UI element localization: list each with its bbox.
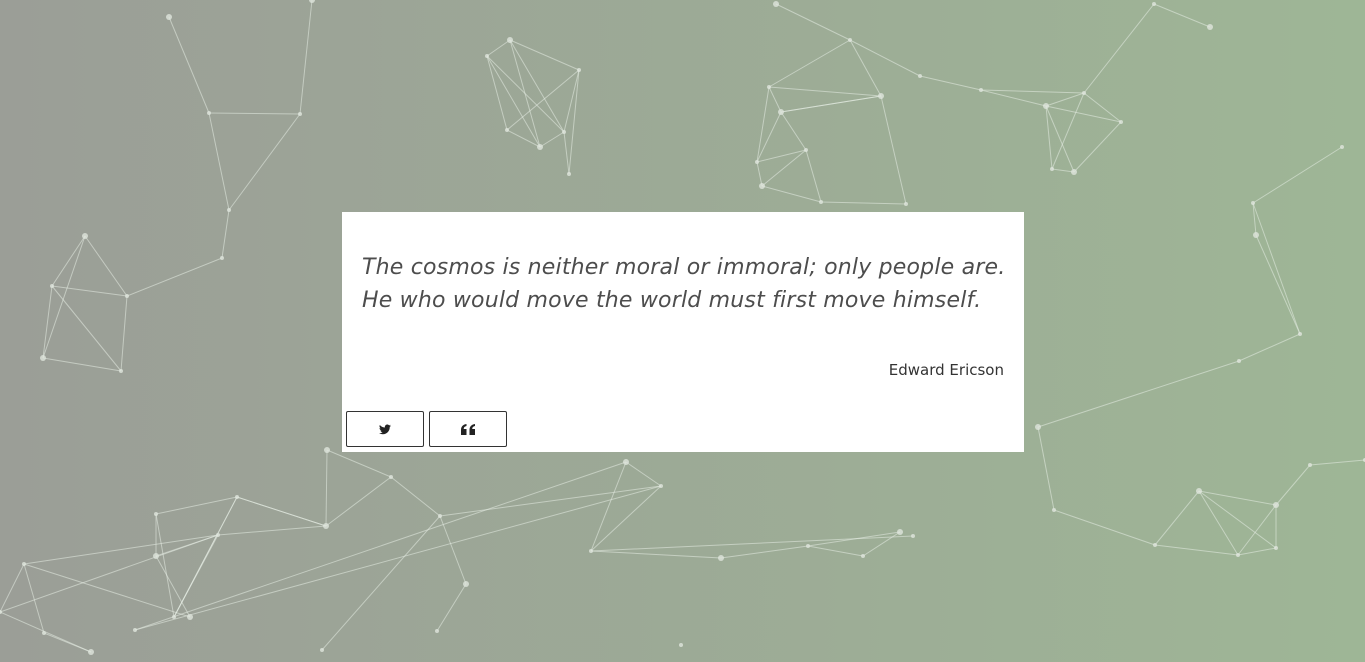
network-node	[507, 37, 513, 43]
network-node	[119, 369, 123, 373]
network-node	[819, 200, 823, 204]
network-node	[679, 643, 683, 647]
network-node	[485, 54, 489, 58]
network-node	[40, 355, 46, 361]
network-node	[1273, 502, 1279, 508]
new-quote-button[interactable]	[429, 411, 507, 447]
network-node	[1082, 91, 1086, 95]
network-node	[463, 581, 469, 587]
tweet-quote-button[interactable]	[346, 411, 424, 447]
network-node	[166, 14, 172, 20]
network-node	[773, 1, 779, 7]
network-node	[911, 534, 915, 538]
network-node	[1236, 553, 1240, 557]
network-node	[1043, 103, 1049, 109]
network-node	[42, 631, 46, 635]
network-node	[133, 628, 137, 632]
network-node	[1196, 488, 1202, 494]
network-node	[320, 648, 324, 652]
network-node	[1207, 24, 1213, 30]
network-node	[1253, 232, 1259, 238]
network-node	[216, 533, 220, 537]
network-node	[897, 529, 903, 535]
network-node	[1274, 546, 1278, 550]
network-node	[1298, 332, 1302, 336]
network-node	[1153, 543, 1157, 547]
quote-card: The cosmos is neither moral or immoral; …	[342, 212, 1024, 452]
network-node	[235, 495, 239, 499]
network-node	[227, 208, 231, 212]
network-node	[537, 144, 543, 150]
network-node	[207, 111, 211, 115]
network-node	[979, 88, 983, 92]
network-node	[1152, 2, 1156, 6]
network-node	[1251, 201, 1255, 205]
network-node	[767, 85, 771, 89]
network-node	[806, 544, 810, 548]
network-node	[804, 148, 808, 152]
network-node	[154, 512, 158, 516]
network-node	[82, 233, 88, 239]
network-node	[918, 74, 922, 78]
network-node	[22, 562, 26, 566]
network-node	[718, 555, 724, 561]
network-node	[172, 615, 176, 619]
network-node	[389, 475, 393, 479]
network-node	[435, 629, 439, 633]
network-node	[577, 68, 581, 72]
network-node	[567, 172, 571, 176]
network-node	[1050, 167, 1054, 171]
network-node	[153, 553, 159, 559]
network-node	[848, 38, 852, 42]
quote-marks-icon	[461, 423, 475, 435]
network-node	[220, 256, 224, 260]
network-node	[187, 614, 193, 620]
network-node	[125, 294, 129, 298]
network-node	[589, 549, 593, 553]
network-node	[904, 202, 908, 206]
quote-text: The cosmos is neither moral or immoral; …	[362, 255, 1006, 313]
network-node	[1308, 463, 1312, 467]
network-node	[323, 523, 329, 529]
network-node	[1340, 145, 1344, 149]
network-node	[50, 284, 54, 288]
network-node	[505, 128, 509, 132]
network-node	[1237, 359, 1241, 363]
network-node	[623, 459, 629, 465]
network-node	[88, 649, 94, 655]
network-node	[778, 109, 784, 115]
network-node	[1071, 169, 1077, 175]
network-node	[1119, 120, 1123, 124]
network-node	[298, 112, 302, 116]
network-node	[1035, 424, 1041, 430]
network-node	[1052, 508, 1056, 512]
quote-author: Edward Ericson	[888, 361, 1004, 379]
network-node	[755, 160, 759, 164]
network-node	[759, 183, 765, 189]
twitter-bird-icon	[379, 424, 391, 435]
network-node	[438, 514, 442, 518]
network-node	[324, 447, 330, 453]
network-node	[878, 93, 884, 99]
network-node	[861, 554, 865, 558]
network-node	[659, 484, 663, 488]
network-node	[562, 130, 566, 134]
